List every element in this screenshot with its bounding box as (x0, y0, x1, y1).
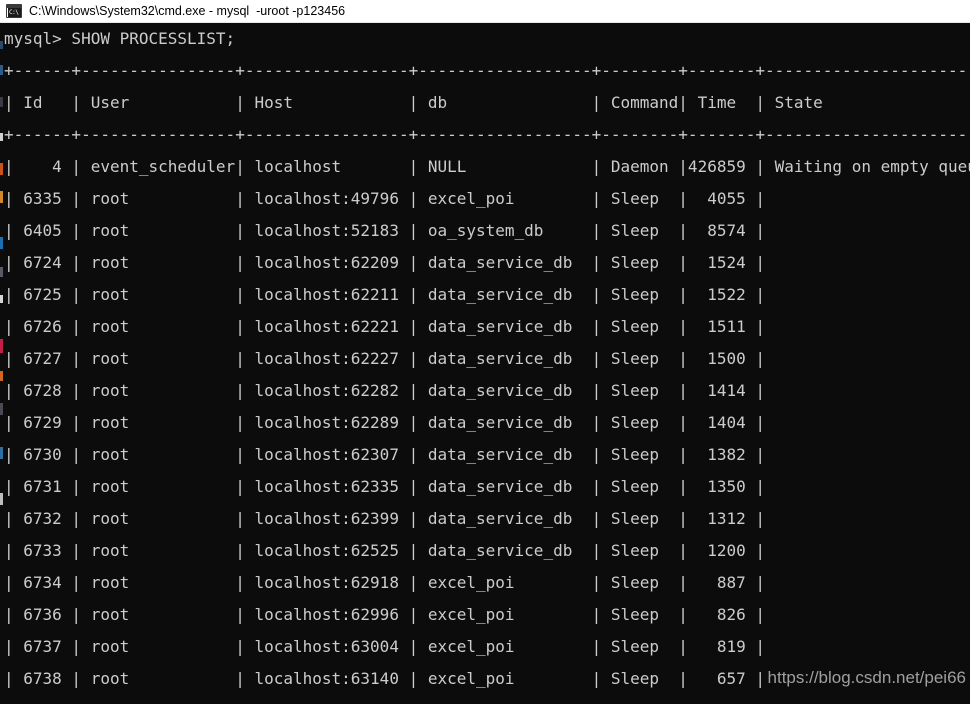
table-row: | 6736 | root | localhost:62996 | excel_… (4, 605, 765, 624)
table-row: | 6732 | root | localhost:62399 | data_s… (4, 509, 765, 528)
table-row: | 6733 | root | localhost:62525 | data_s… (4, 541, 765, 560)
table-row: | 6729 | root | localhost:62289 | data_s… (4, 413, 765, 432)
table-row: | 6728 | root | localhost:62282 | data_s… (4, 381, 765, 400)
table-row: | 6725 | root | localhost:62211 | data_s… (4, 285, 765, 304)
table-row: | 6738 | root | localhost:63140 | excel_… (4, 669, 765, 688)
table-row: | 6727 | root | localhost:62227 | data_s… (4, 349, 765, 368)
table-row: | 6731 | root | localhost:62335 | data_s… (4, 477, 765, 496)
table-row: | 6730 | root | localhost:62307 | data_s… (4, 445, 765, 464)
table-row: | 4 | event_scheduler| localhost | NULL … (4, 157, 970, 176)
cmd-icon-glyph: C:\ (8, 8, 21, 17)
terminal-screen[interactable]: mysql> SHOW PROCESSLIST; +------+--------… (0, 23, 970, 704)
table-rule: +------+----------------+---------------… (4, 125, 970, 144)
table-row: | 6737 | root | localhost:63004 | excel_… (4, 637, 765, 656)
table-row: | 6734 | root | localhost:62918 | excel_… (4, 573, 765, 592)
prompt-line: mysql> SHOW PROCESSLIST; (4, 29, 236, 48)
cmd-console-icon: C:\ (6, 4, 22, 18)
table-rule: +------+----------------+---------------… (4, 61, 970, 80)
table-row: | 6724 | root | localhost:62209 | data_s… (4, 253, 765, 272)
terminal-text-buffer: mysql> SHOW PROCESSLIST; +------+--------… (0, 23, 970, 704)
table-row: | 6726 | root | localhost:62221 | data_s… (4, 317, 765, 336)
table-header-row: | Id | User | Host | db | Command| Time … (4, 93, 823, 112)
window-title-bar[interactable]: C:\ C:\Windows\System32\cmd.exe - mysql … (0, 0, 970, 23)
table-row: | 6335 | root | localhost:49796 | excel_… (4, 189, 765, 208)
table-row: | 6739 | root | localhost:63227 | excel_… (0, 695, 970, 704)
table-row: | 6405 | root | localhost:52183 | oa_sys… (4, 221, 765, 240)
window-title-text: C:\Windows\System32\cmd.exe - mysql -uro… (29, 3, 346, 18)
